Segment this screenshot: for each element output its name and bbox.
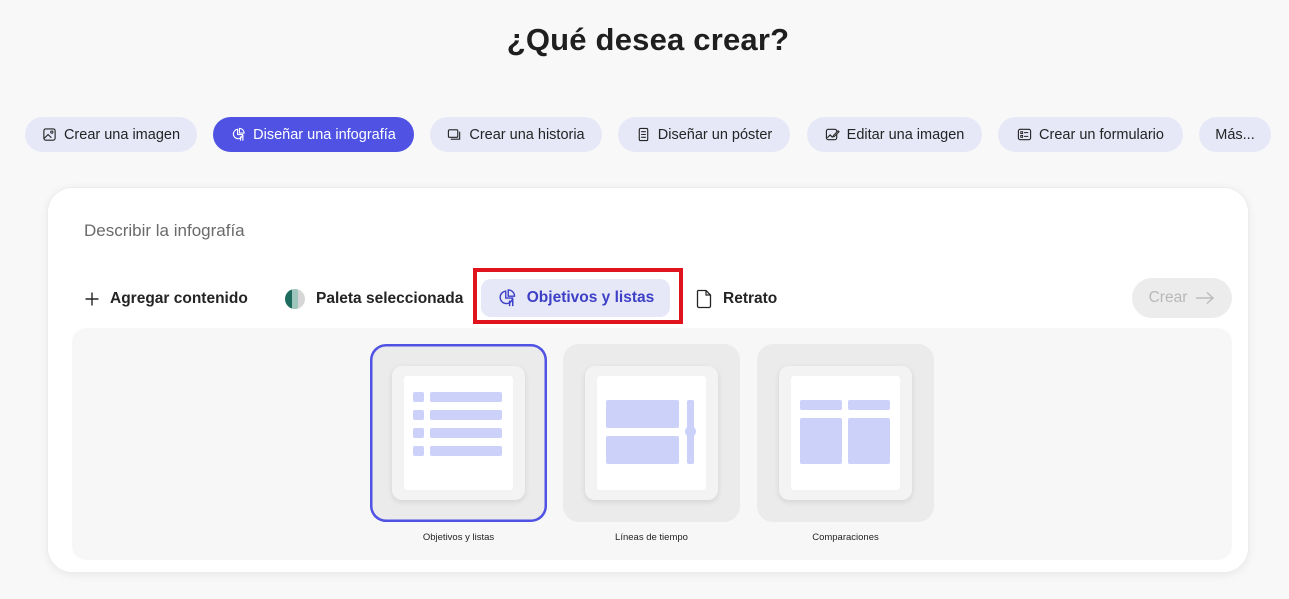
template-comparaciones[interactable] — [757, 344, 934, 522]
infographic-composer-card: Agregar contenido Paleta seleccionada — [48, 188, 1248, 572]
pill-label: Diseñar un póster — [657, 126, 773, 143]
template-label: Líneas de tiempo — [615, 532, 688, 543]
palette-swatch-icon — [285, 289, 305, 309]
plus-icon — [85, 292, 99, 306]
orientation-button[interactable]: Retrato — [695, 280, 777, 318]
create-page: ¿Qué desea crear? Crear una imagen Diseñ… — [0, 0, 1289, 599]
category-chip-label: Objetivos y listas — [526, 289, 655, 306]
pill-mas[interactable]: Más... — [1199, 117, 1271, 152]
pill-label: Editar una imagen — [846, 126, 965, 143]
arrow-right-icon — [1196, 291, 1215, 305]
pill-crear-una-historia[interactable]: Crear una historia — [430, 117, 602, 152]
pill-crear-un-formulario[interactable]: Crear un formulario — [998, 117, 1183, 152]
template-preview-list — [404, 376, 513, 490]
pill-disenar-una-infografia[interactable]: Diseñar una infografía — [213, 117, 414, 152]
edit-image-icon — [825, 128, 840, 141]
category-pill-row: Crear una imagen Diseñar una infografía … — [0, 117, 1289, 153]
template-thumbnail — [585, 366, 718, 500]
template-preview-timeline — [597, 376, 706, 490]
category-objetivos-chip[interactable]: Objetivos y listas — [481, 279, 670, 317]
poster-icon — [638, 127, 649, 142]
infographic-icon — [232, 127, 245, 141]
template-thumbnail — [392, 366, 525, 500]
template-thumbnail — [779, 366, 912, 500]
story-icon — [448, 129, 461, 140]
create-button[interactable]: Crear — [1132, 278, 1232, 318]
template-objetivos-y-listas[interactable] — [370, 344, 547, 522]
create-label: Crear — [1148, 289, 1188, 306]
palette-button[interactable]: Paleta seleccionada — [284, 280, 463, 318]
template-preview-comparison — [791, 376, 900, 490]
template-lineas-de-tiempo[interactable] — [563, 344, 740, 522]
portrait-document-icon — [696, 289, 712, 309]
page-title: ¿Qué desea crear? — [506, 22, 790, 57]
template-label: Objetivos y listas — [422, 532, 495, 543]
pill-disenar-un-poster[interactable]: Diseñar un póster — [618, 117, 790, 152]
pill-label: Más... — [1215, 126, 1255, 143]
describe-infographic-input[interactable] — [84, 218, 784, 244]
template-label: Comparaciones — [812, 532, 879, 543]
infographic-icon — [499, 289, 515, 307]
image-icon — [43, 128, 56, 141]
pill-label: Crear un formulario — [1039, 126, 1164, 143]
add-content-label: Agregar contenido — [110, 290, 248, 307]
pill-crear-una-imagen[interactable]: Crear una imagen — [25, 117, 197, 152]
pill-label: Crear una historia — [469, 126, 585, 143]
orientation-label: Retrato — [723, 290, 778, 307]
form-icon — [1017, 128, 1032, 141]
pill-label: Crear una imagen — [63, 126, 181, 143]
add-content-button[interactable]: Agregar contenido — [84, 280, 248, 318]
pill-label: Diseñar una infografía — [253, 126, 396, 143]
pill-editar-una-imagen[interactable]: Editar una imagen — [807, 117, 982, 152]
template-gallery: Objetivos y listas Líneas de tiempo Comp… — [72, 328, 1232, 560]
palette-label: Paleta seleccionada — [316, 290, 464, 307]
